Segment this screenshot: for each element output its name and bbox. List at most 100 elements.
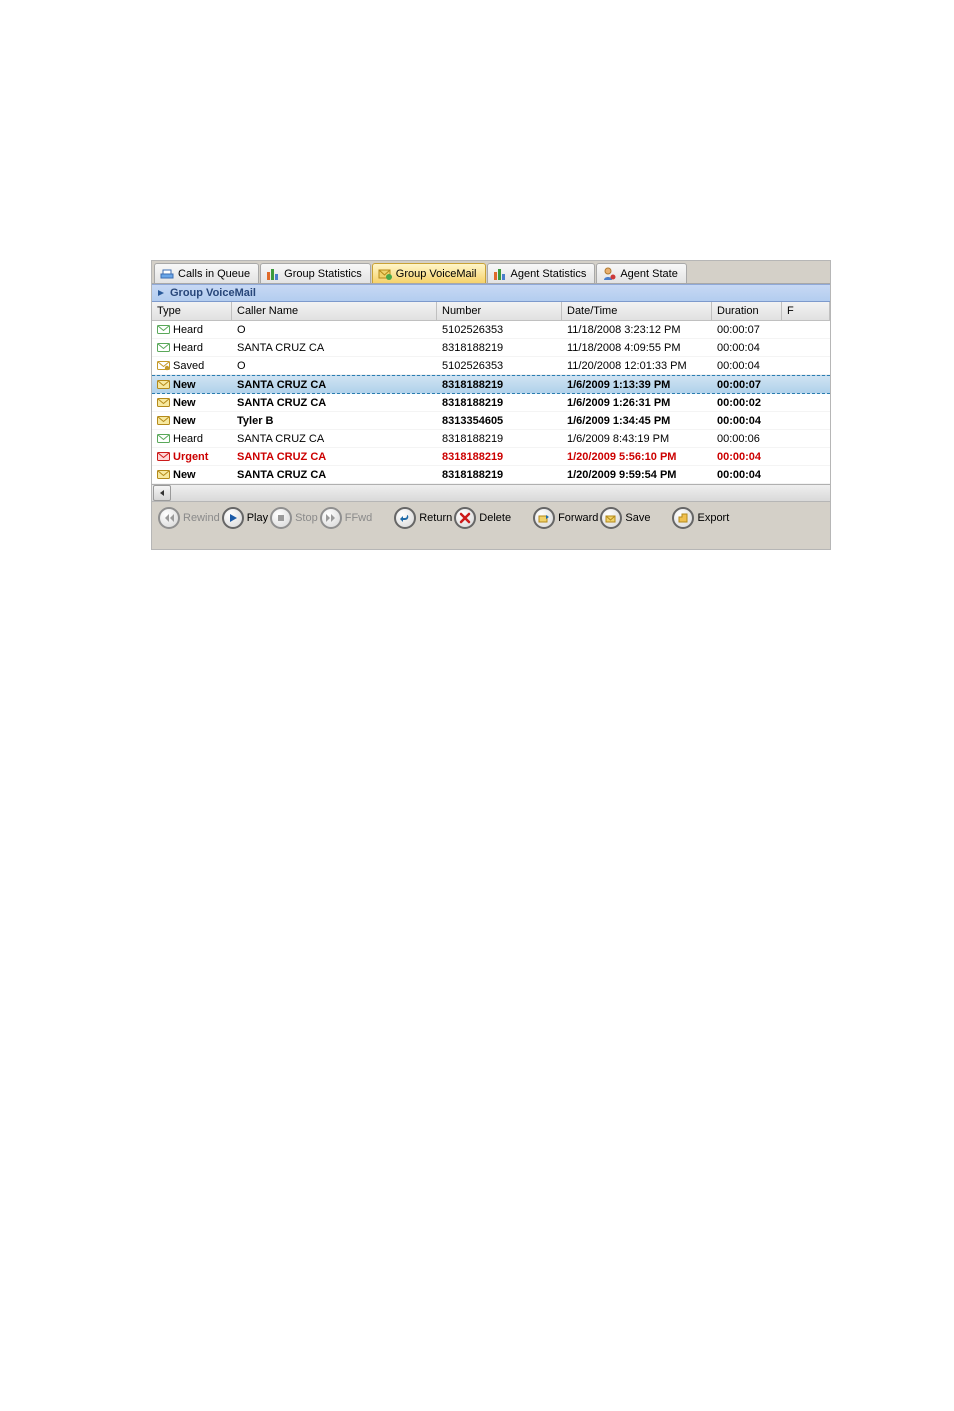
play-button[interactable]: Play — [222, 507, 268, 529]
tab-label: Agent Statistics — [511, 268, 587, 280]
cell-caller: SANTA CRUZ CA — [232, 433, 437, 445]
play-icon — [227, 512, 239, 524]
stop-label: Stop — [295, 512, 318, 524]
cell-datetime: 1/6/2009 1:34:45 PM — [562, 415, 712, 427]
type-text: New — [173, 397, 196, 409]
tab-label: Group VoiceMail — [396, 268, 477, 280]
ffwd-button[interactable]: FFwd — [320, 507, 373, 529]
table-row[interactable]: HeardSANTA CRUZ CA831818821911/18/2008 4… — [152, 339, 830, 357]
cell-datetime: 1/6/2009 1:26:31 PM — [562, 397, 712, 409]
table-row[interactable]: HeardSANTA CRUZ CA83181882191/6/2009 8:4… — [152, 430, 830, 448]
save-button[interactable]: Save — [600, 507, 650, 529]
rewind-button[interactable]: Rewind — [158, 507, 220, 529]
new-envelope-icon — [157, 397, 170, 408]
column-headers: Type Caller Name Number Date/Time Durati… — [152, 302, 830, 321]
cell-datetime: 1/6/2009 8:43:19 PM — [562, 433, 712, 445]
rewind-label: Rewind — [183, 512, 220, 524]
cell-number: 5102526353 — [437, 360, 562, 372]
tab-agent-state[interactable]: Agent State — [596, 263, 687, 283]
col-duration[interactable]: Duration — [712, 302, 782, 320]
section-header[interactable]: Group VoiceMail — [152, 284, 830, 302]
saved-envelope-icon — [157, 360, 170, 371]
cell-number: 8313354605 — [437, 415, 562, 427]
return-label: Return — [419, 512, 452, 524]
cell-number: 8318188219 — [437, 379, 562, 391]
urgent-envelope-icon — [157, 451, 170, 462]
tab-label: Group Statistics — [284, 268, 362, 280]
heard-envelope-icon — [157, 433, 170, 444]
export-icon — [677, 512, 689, 524]
cell-type: Saved — [152, 360, 232, 372]
horizontal-scrollbar[interactable] — [152, 484, 830, 501]
col-datetime[interactable]: Date/Time — [562, 302, 712, 320]
stop-icon — [275, 512, 287, 524]
cell-datetime: 11/18/2008 3:23:12 PM — [562, 324, 712, 336]
app-window: Calls in Queue Group Statistics Group Vo… — [151, 260, 831, 550]
playback-toolbar: Rewind Play Stop FFwd Return D — [152, 501, 830, 534]
tab-agent-statistics[interactable]: Agent Statistics — [487, 263, 596, 283]
export-button[interactable]: Export — [672, 507, 729, 529]
cell-duration: 00:00:04 — [712, 469, 782, 481]
tab-calls-in-queue[interactable]: Calls in Queue — [154, 263, 259, 283]
return-icon — [399, 512, 411, 524]
col-tail[interactable]: F — [782, 302, 830, 320]
type-text: New — [173, 379, 196, 391]
forward-icon — [538, 512, 550, 524]
collapse-icon — [156, 288, 166, 298]
forward-button[interactable]: Forward — [533, 507, 598, 529]
forward-label: Forward — [558, 512, 598, 524]
voicemail-grid: Type Caller Name Number Date/Time Durati… — [152, 302, 830, 501]
new-envelope-icon — [157, 469, 170, 480]
scroll-left-button[interactable] — [153, 485, 171, 501]
cell-caller: SANTA CRUZ CA — [232, 397, 437, 409]
cell-datetime: 11/18/2008 4:09:55 PM — [562, 342, 712, 354]
table-row[interactable]: NewSANTA CRUZ CA83181882191/20/2009 9:59… — [152, 466, 830, 484]
type-text: Heard — [173, 324, 203, 336]
heard-envelope-icon — [157, 342, 170, 353]
cell-caller: SANTA CRUZ CA — [232, 342, 437, 354]
table-row[interactable]: NewTyler B83133546051/6/2009 1:34:45 PM0… — [152, 412, 830, 430]
cell-duration: 00:00:06 — [712, 433, 782, 445]
return-button[interactable]: Return — [394, 507, 452, 529]
cell-caller: SANTA CRUZ CA — [232, 451, 437, 463]
cell-caller: Tyler B — [232, 415, 437, 427]
type-text: Urgent — [173, 451, 208, 463]
cell-type: New — [152, 379, 232, 391]
person-icon — [602, 267, 616, 281]
delete-label: Delete — [479, 512, 511, 524]
ffwd-label: FFwd — [345, 512, 373, 524]
type-text: Saved — [173, 360, 204, 372]
cell-number: 8318188219 — [437, 342, 562, 354]
table-row[interactable]: New SANTA CRUZ CA83181882191/6/2009 1:26:… — [152, 394, 830, 412]
table-row[interactable]: Saved O510252635311/20/2008 12:01:33 PM00… — [152, 357, 830, 375]
cell-type: Heard — [152, 324, 232, 336]
cell-caller: O — [232, 360, 437, 372]
table-row[interactable]: New SANTA CRUZ CA83181882191/6/2009 1:13:… — [152, 375, 830, 394]
cell-datetime: 11/20/2008 12:01:33 PM — [562, 360, 712, 372]
new-envelope-icon — [157, 379, 170, 390]
tab-label: Agent State — [620, 268, 678, 280]
cell-type: New — [152, 397, 232, 409]
stop-button[interactable]: Stop — [270, 507, 318, 529]
cell-duration: 00:00:04 — [712, 451, 782, 463]
tab-group-statistics[interactable]: Group Statistics — [260, 263, 371, 283]
tab-group-voicemail[interactable]: Group VoiceMail — [372, 263, 486, 283]
delete-icon — [459, 512, 471, 524]
export-label: Export — [697, 512, 729, 524]
save-icon — [605, 512, 617, 524]
table-row[interactable]: HeardO510252635311/18/2008 3:23:12 PM00:… — [152, 321, 830, 339]
col-type[interactable]: Type — [152, 302, 232, 320]
cell-number: 8318188219 — [437, 451, 562, 463]
cell-duration: 00:00:07 — [712, 324, 782, 336]
cell-type: New — [152, 415, 232, 427]
cell-duration: 00:00:04 — [712, 360, 782, 372]
cell-datetime: 1/6/2009 1:13:39 PM — [562, 379, 712, 391]
col-caller[interactable]: Caller Name — [232, 302, 437, 320]
cell-caller: SANTA CRUZ CA — [232, 379, 437, 391]
table-row[interactable]: UrgentSANTA CRUZ CA83181882191/20/2009 5… — [152, 448, 830, 466]
col-number[interactable]: Number — [437, 302, 562, 320]
delete-button[interactable]: Delete — [454, 507, 511, 529]
cell-duration: 00:00:07 — [712, 379, 782, 391]
cell-number: 8318188219 — [437, 397, 562, 409]
cell-number: 8318188219 — [437, 433, 562, 445]
